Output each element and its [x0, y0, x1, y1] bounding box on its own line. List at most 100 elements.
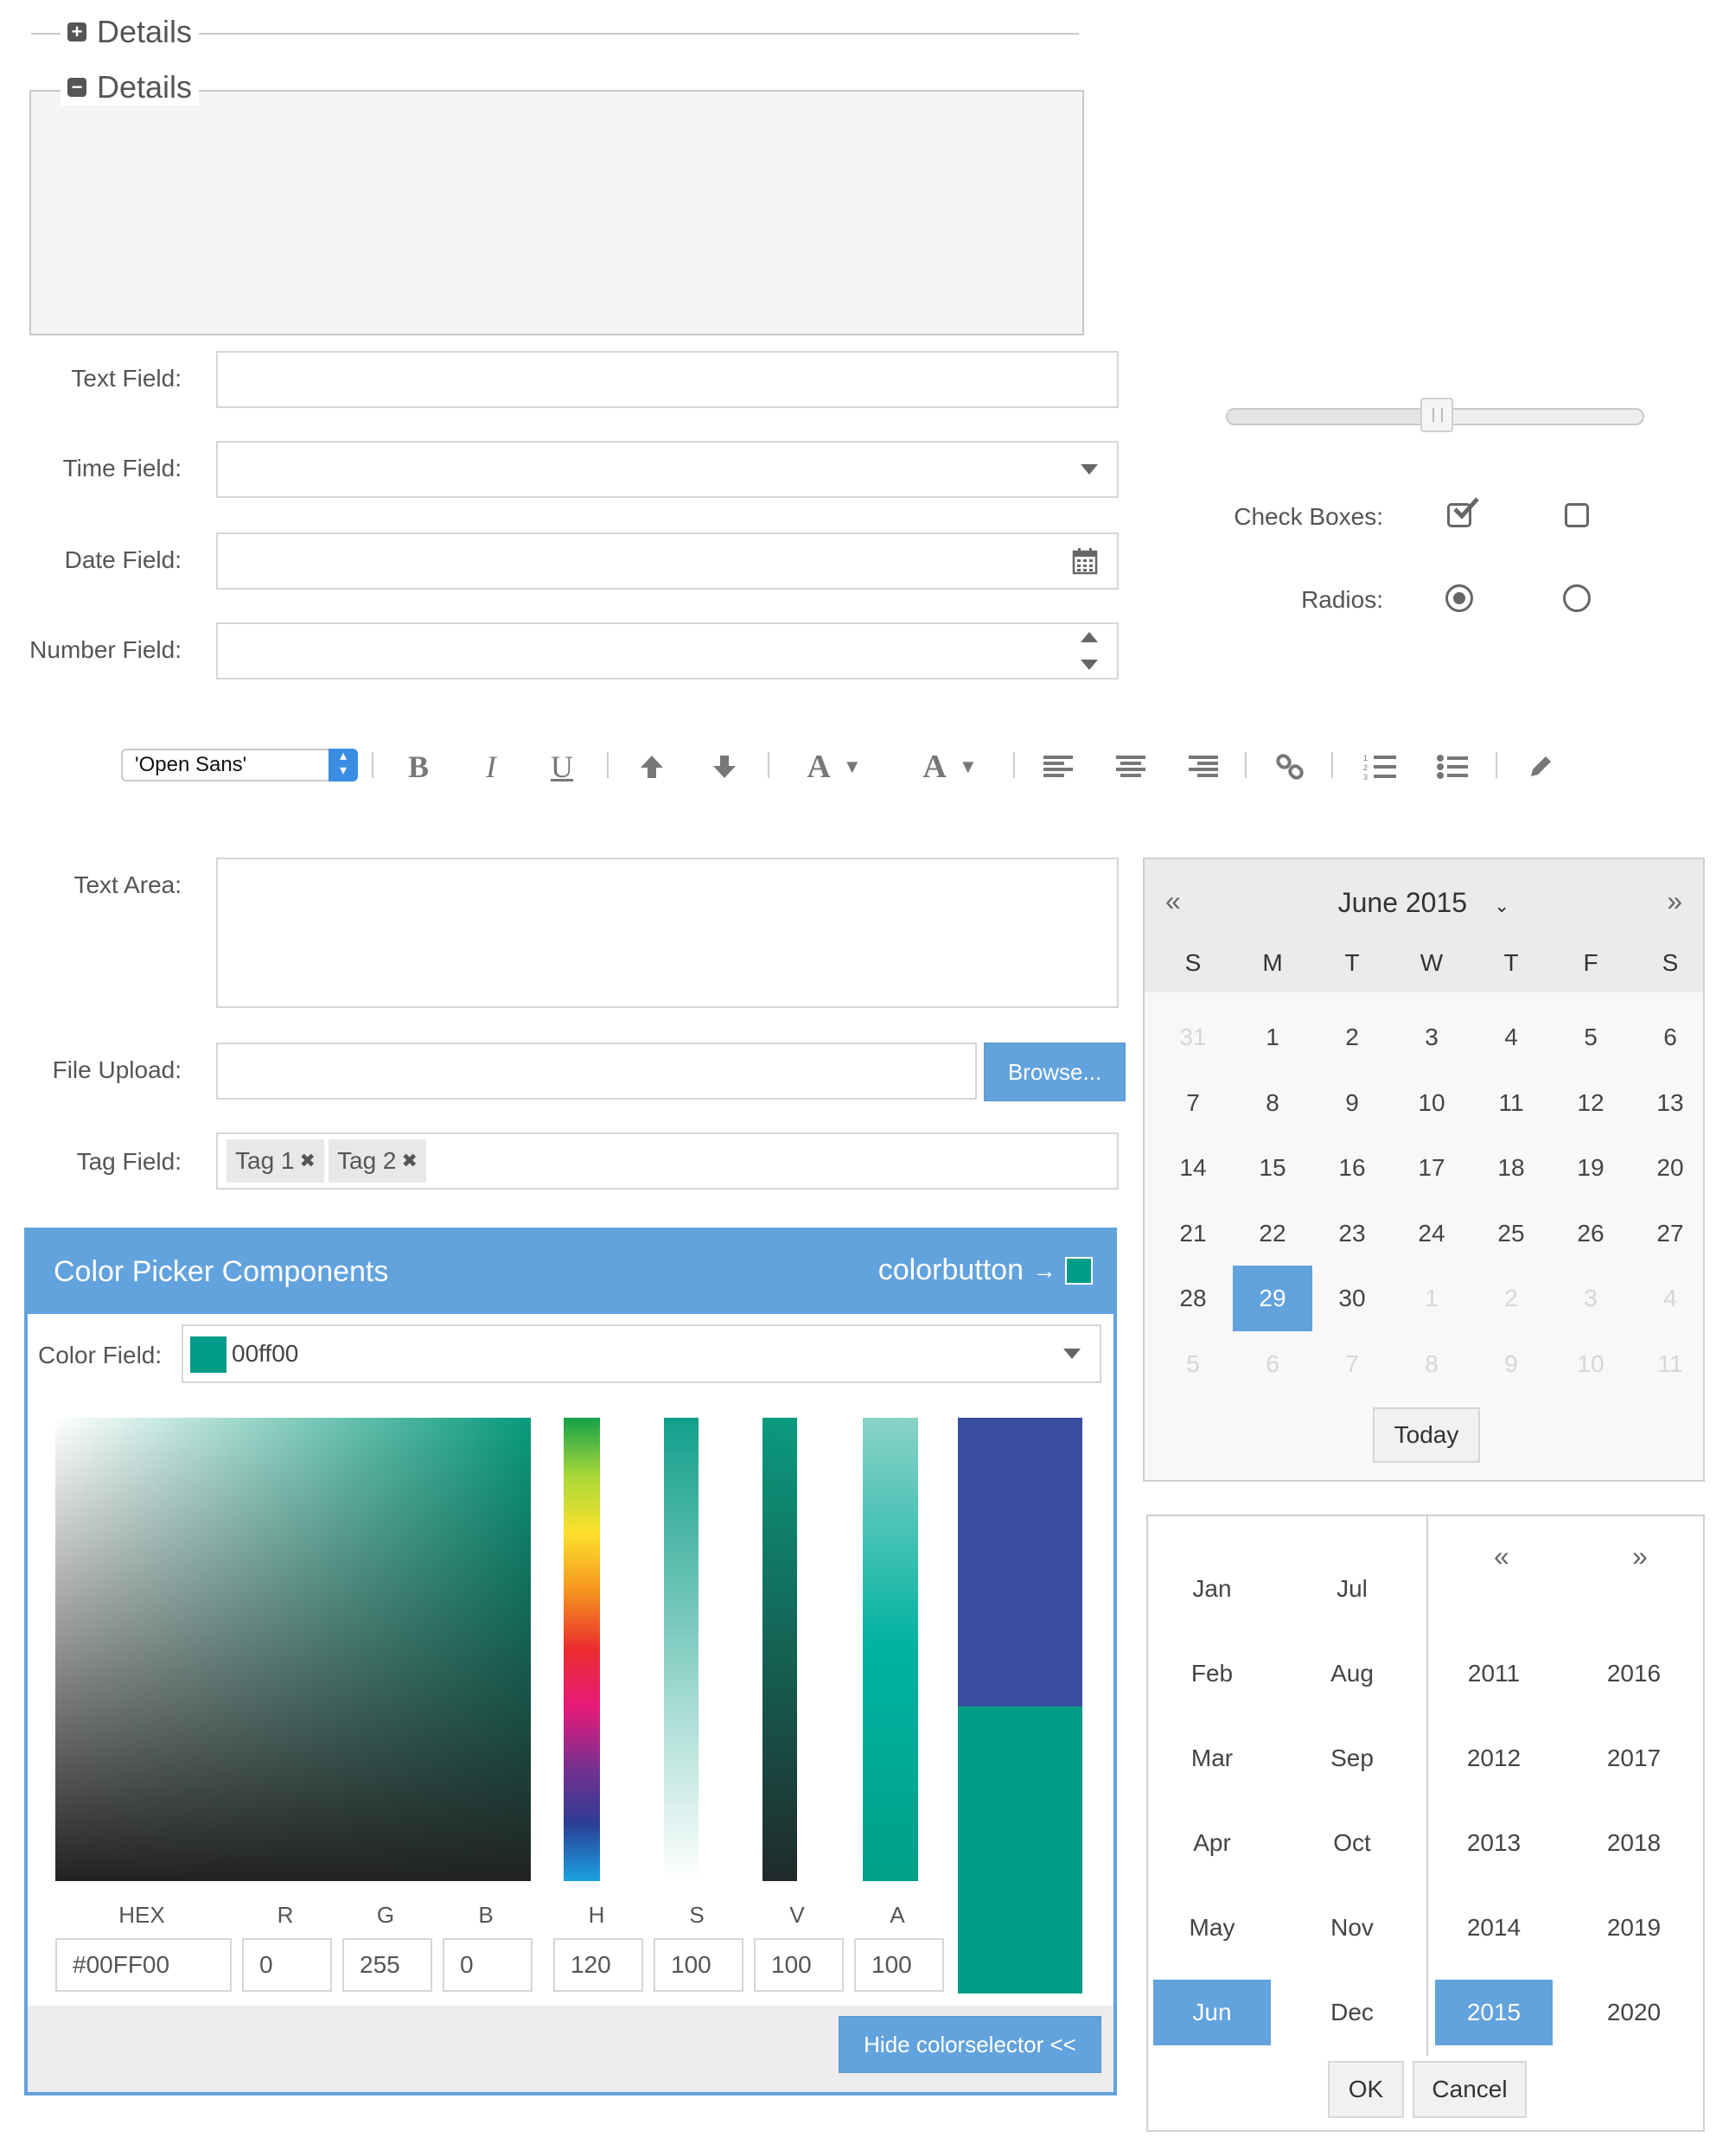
calendar-day[interactable]: 8 [1392, 1331, 1471, 1397]
month-option[interactable]: Sep [1293, 1725, 1411, 1791]
checkbox-checked[interactable] [1447, 497, 1479, 527]
link-button[interactable] [1273, 745, 1307, 788]
time-field[interactable] [216, 441, 1119, 498]
calendar-day[interactable]: 14 [1153, 1135, 1233, 1201]
calendar-day[interactable]: 6 [1630, 1005, 1710, 1070]
select-arrows-icon[interactable]: ▴ ▾ [329, 749, 358, 781]
alpha-slider[interactable] [863, 1418, 918, 1881]
slider[interactable] [1226, 398, 1644, 432]
highlight-color-button[interactable]: A ▼ [911, 745, 989, 788]
calendar-day[interactable]: 11 [1630, 1331, 1710, 1397]
calendar-day[interactable]: 21 [1153, 1201, 1233, 1266]
calendar-day[interactable]: 9 [1471, 1331, 1551, 1397]
calendar-day[interactable]: 8 [1233, 1070, 1312, 1136]
calendar-day[interactable]: 1 [1233, 1005, 1312, 1070]
month-option[interactable]: Nov [1293, 1895, 1411, 1961]
align-center-button[interactable] [1113, 745, 1148, 788]
caret-down-icon[interactable] [1081, 464, 1098, 475]
align-left-button[interactable] [1041, 745, 1075, 788]
prev-years-button[interactable]: « [1494, 1540, 1509, 1572]
calendar-day[interactable]: 24 [1392, 1201, 1471, 1266]
bold-button[interactable]: B [399, 745, 437, 788]
superscript-button[interactable] [635, 745, 669, 788]
fieldset-expanded-legend[interactable]: − Details [61, 69, 200, 105]
caret-down-icon[interactable] [1063, 1349, 1081, 1359]
color-field[interactable]: 00ff00 [182, 1324, 1101, 1383]
calendar-day[interactable]: 9 [1312, 1070, 1392, 1136]
tag-chip[interactable]: Tag 2 ✖ [329, 1139, 426, 1183]
calendar-day[interactable]: 1 [1392, 1266, 1471, 1331]
file-upload-input[interactable] [216, 1043, 977, 1100]
fieldset-collapsed-legend[interactable]: + Details [61, 14, 200, 50]
text-area[interactable] [216, 858, 1119, 1008]
calendar-day[interactable]: 30 [1312, 1266, 1392, 1331]
v-input[interactable]: 100 [754, 1938, 844, 1992]
calendar-day[interactable]: 6 [1233, 1331, 1312, 1397]
month-option[interactable]: Jul [1293, 1556, 1411, 1622]
month-option[interactable]: Jan [1153, 1556, 1271, 1622]
source-button[interactable] [1523, 745, 1558, 788]
cancel-button[interactable]: Cancel [1413, 2061, 1527, 2118]
calendar-day[interactable]: 20 [1630, 1135, 1710, 1201]
calendar-day[interactable]: 18 [1471, 1135, 1551, 1201]
calendar-day[interactable]: 19 [1551, 1135, 1630, 1201]
year-option[interactable]: 2020 [1575, 1980, 1693, 2045]
font-color-button[interactable]: A ▼ [795, 745, 873, 788]
calendar-day[interactable]: 28 [1153, 1266, 1233, 1331]
radio-selected[interactable] [1445, 584, 1473, 612]
font-family-select[interactable]: 'Open Sans' ▴ ▾ [121, 749, 358, 781]
align-right-button[interactable] [1186, 745, 1221, 788]
month-option[interactable]: Dec [1293, 1980, 1411, 2045]
calendar-day[interactable]: 25 [1471, 1201, 1551, 1266]
unordered-list-button[interactable] [1433, 745, 1471, 788]
tag-chip[interactable]: Tag 1 ✖ [226, 1139, 324, 1183]
month-option[interactable]: Aug [1293, 1641, 1411, 1706]
calendar-day[interactable]: 4 [1471, 1005, 1551, 1070]
value-slider[interactable] [762, 1418, 797, 1881]
year-option[interactable]: 2013 [1435, 1810, 1553, 1876]
colorbutton-swatch[interactable] [1065, 1256, 1093, 1285]
year-option[interactable]: 2017 [1575, 1725, 1693, 1791]
calendar-day[interactable]: 7 [1312, 1331, 1392, 1397]
calendar-day[interactable]: 10 [1551, 1331, 1630, 1397]
calendar-icon[interactable] [1072, 547, 1098, 575]
calendar-day[interactable]: 5 [1153, 1331, 1233, 1397]
year-option[interactable]: 2018 [1575, 1810, 1693, 1876]
month-option[interactable]: Mar [1153, 1725, 1271, 1791]
calendar-day[interactable]: 7 [1153, 1070, 1233, 1136]
minus-square-icon[interactable]: − [67, 78, 86, 97]
next-years-button[interactable]: » [1632, 1540, 1648, 1572]
remove-tag-icon[interactable]: ✖ [300, 1150, 316, 1172]
calendar-day[interactable]: 31 [1153, 1005, 1233, 1070]
ordered-list-button[interactable]: 123 [1361, 745, 1399, 788]
date-field[interactable] [216, 533, 1119, 590]
calendar-day[interactable]: 11 [1471, 1070, 1551, 1136]
calendar-day[interactable]: 26 [1551, 1201, 1630, 1266]
calendar-day[interactable]: 22 [1233, 1201, 1312, 1266]
s-input[interactable]: 100 [654, 1938, 743, 1992]
calendar-day[interactable]: 15 [1233, 1135, 1312, 1201]
colorbutton[interactable]: colorbutton → [878, 1253, 1093, 1287]
calendar-day[interactable]: 5 [1551, 1005, 1630, 1070]
italic-button[interactable]: I [472, 745, 510, 788]
ok-button[interactable]: OK [1328, 2061, 1404, 2118]
calendar-day[interactable]: 27 [1630, 1201, 1710, 1266]
saturation-value-area[interactable] [55, 1418, 531, 1881]
calendar-day[interactable]: 16 [1312, 1135, 1392, 1201]
calendar-day[interactable]: 3 [1551, 1266, 1630, 1331]
plus-square-icon[interactable]: + [67, 22, 86, 41]
checkbox-unchecked[interactable] [1565, 503, 1589, 527]
saturation-slider[interactable] [664, 1418, 699, 1881]
calendar-day[interactable]: 4 [1630, 1266, 1710, 1331]
calendar-day[interactable]: 29 [1233, 1266, 1312, 1332]
remove-tag-icon[interactable]: ✖ [402, 1150, 418, 1172]
calendar-day[interactable]: 13 [1630, 1070, 1710, 1136]
calendar-day[interactable]: 10 [1392, 1070, 1471, 1136]
h-input[interactable]: 120 [553, 1938, 643, 1992]
subscript-button[interactable] [707, 745, 742, 788]
year-option[interactable]: 2019 [1575, 1895, 1693, 1961]
hex-input[interactable]: #00FF00 [55, 1938, 232, 1992]
g-input[interactable]: 255 [342, 1938, 432, 1992]
radio-unselected[interactable] [1563, 584, 1591, 612]
year-option[interactable]: 2011 [1435, 1641, 1553, 1706]
